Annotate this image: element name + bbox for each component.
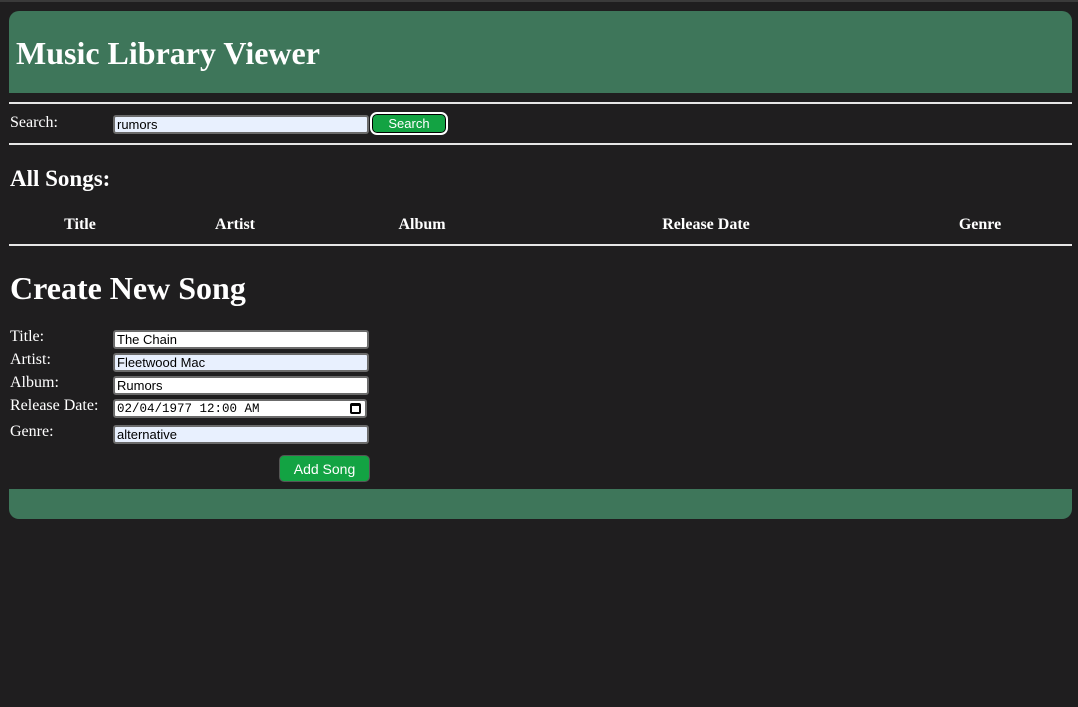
- genre-label: Genre:: [10, 423, 54, 440]
- search-input-value: rumors: [117, 117, 158, 132]
- column-header-genre: Genre: [958, 216, 1002, 233]
- artist-label: Artist:: [10, 351, 51, 368]
- release-date-label: Release Date:: [10, 397, 99, 414]
- page-title: Music Library Viewer: [16, 35, 320, 71]
- divider: [9, 244, 1072, 246]
- header-banner: Music Library Viewer: [9, 11, 1072, 93]
- column-header-album: Album: [398, 216, 446, 233]
- artist-input-value: Fleetwood Mac: [117, 355, 206, 370]
- title-input-value: The Chain: [117, 332, 177, 347]
- footer-banner: [9, 489, 1072, 519]
- divider: [9, 102, 1072, 104]
- genre-input[interactable]: alternative: [113, 425, 369, 444]
- release-date-input-value: 02/04/1977 12:00 AM: [117, 401, 260, 416]
- album-input-value: Rumors: [117, 378, 163, 393]
- search-label: Search:: [10, 114, 58, 131]
- create-song-heading: Create New Song: [10, 270, 246, 306]
- calendar-icon[interactable]: [350, 403, 361, 414]
- artist-input[interactable]: Fleetwood Mac: [113, 353, 369, 372]
- column-header-artist: Artist: [215, 216, 255, 233]
- divider: [9, 143, 1072, 145]
- search-input[interactable]: rumors: [113, 115, 369, 134]
- all-songs-heading: All Songs:: [10, 166, 111, 191]
- album-label: Album:: [10, 374, 59, 391]
- release-date-input[interactable]: 02/04/1977 12:00 AM: [113, 399, 367, 418]
- album-input[interactable]: Rumors: [113, 376, 369, 395]
- title-label: Title:: [10, 328, 45, 345]
- search-button[interactable]: Search: [370, 112, 448, 135]
- title-input[interactable]: The Chain: [113, 330, 369, 349]
- add-song-button[interactable]: Add Song: [279, 455, 370, 482]
- genre-input-value: alternative: [117, 427, 177, 442]
- column-header-title: Title: [64, 216, 96, 233]
- column-header-release-date: Release Date: [662, 216, 750, 233]
